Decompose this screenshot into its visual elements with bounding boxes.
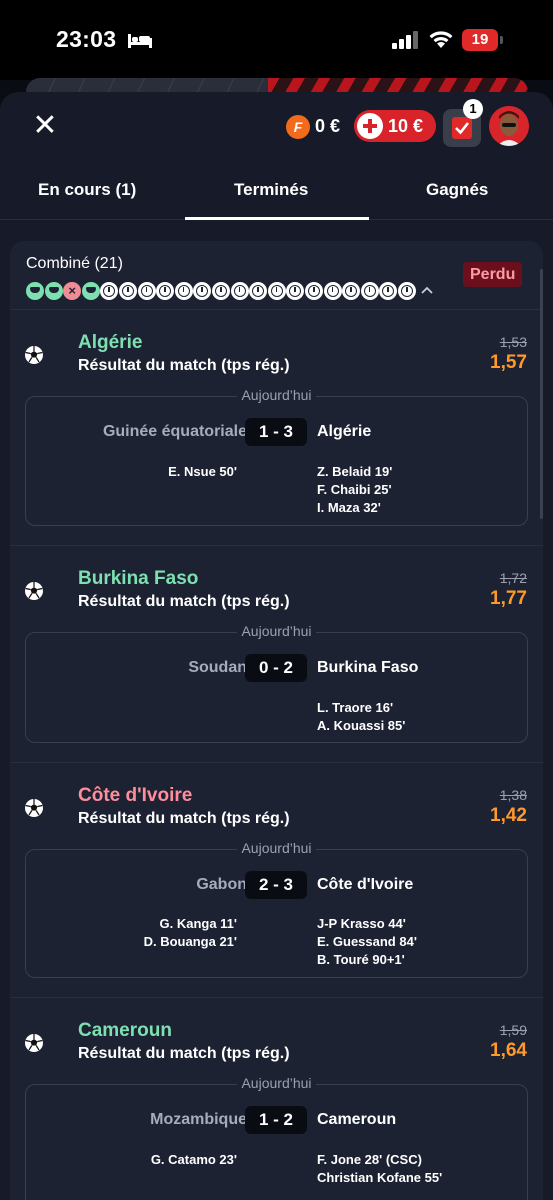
away-scorers: J-P Krasso 44' E. Guessand 84' B. Touré … bbox=[317, 916, 417, 967]
away-scorers: L. Traore 16' A. Kouassi 85' bbox=[317, 700, 406, 733]
betslip-check-icon bbox=[452, 117, 472, 139]
sleep-bed-icon bbox=[128, 34, 152, 48]
match-result-box bbox=[25, 632, 528, 743]
odds-value: 1,64 bbox=[490, 1040, 527, 1061]
selection-item[interactable]: Côte d'Ivoire Résultat du match (tps rég… bbox=[10, 762, 543, 997]
leg-pending-icon bbox=[156, 282, 175, 300]
football-icon bbox=[25, 346, 43, 364]
selection-team: Algérie bbox=[78, 332, 143, 353]
match-date: Aujourd’hui bbox=[10, 840, 543, 856]
previous-odds: 1,59 bbox=[499, 1022, 527, 1038]
odds-value: 1,57 bbox=[490, 352, 527, 373]
leg-pending-icon bbox=[174, 282, 193, 300]
selection-item[interactable]: Algérie Résultat du match (tps rég.) 1,5… bbox=[10, 309, 543, 545]
match-date: Aujourd’hui bbox=[10, 387, 543, 403]
balance-amount: 0 € bbox=[315, 116, 341, 136]
wifi-icon bbox=[429, 31, 453, 48]
selection-item[interactable]: Burkina Faso Résultat du match (tps rég.… bbox=[10, 545, 543, 762]
leg-pending-icon bbox=[267, 282, 286, 300]
status-badge: Perdu bbox=[463, 262, 523, 287]
leg-pending-icon bbox=[230, 282, 249, 300]
betslip-button[interactable]: 1 bbox=[443, 99, 483, 147]
selection-market: Résultat du match (tps rég.) bbox=[78, 1045, 290, 1062]
coin-icon: F bbox=[286, 115, 310, 139]
home-scorers: G. Catamo 23' bbox=[150, 1152, 237, 1167]
home-team: Gabon bbox=[196, 876, 247, 893]
football-icon bbox=[25, 1034, 43, 1052]
leg-pending-icon bbox=[342, 282, 361, 300]
leg-pending-icon bbox=[379, 282, 398, 300]
battery-indicator: 19 bbox=[462, 29, 503, 51]
selection-market: Résultat du match (tps rég.) bbox=[78, 593, 290, 610]
match-score: 2 - 3 bbox=[245, 871, 307, 899]
leg-pending-icon bbox=[305, 282, 323, 300]
leg-pending-icon bbox=[119, 282, 137, 300]
match-date: Aujourd’hui bbox=[10, 623, 543, 639]
status-time: 23:03 bbox=[56, 26, 117, 52]
match-score: 1 - 3 bbox=[245, 418, 307, 446]
leg-pending-icon bbox=[100, 282, 119, 300]
leg-won-icon bbox=[26, 282, 44, 300]
home-team: Mozambique bbox=[150, 1111, 247, 1128]
selection-market: Résultat du match (tps rég.) bbox=[78, 810, 290, 827]
match-score: 0 - 2 bbox=[245, 654, 307, 682]
home-scorers: E. Nsue 50' bbox=[168, 464, 237, 479]
leg-pending-icon bbox=[323, 282, 342, 300]
away-team: Burkina Faso bbox=[317, 659, 419, 676]
betslip-count-badge: 1 bbox=[463, 99, 483, 119]
away-team: Cameroun bbox=[317, 1111, 397, 1128]
bet-title: Combiné (21) bbox=[26, 255, 123, 272]
scrollbar[interactable] bbox=[540, 269, 543, 519]
avatar[interactable] bbox=[489, 106, 529, 146]
leg-pending-icon bbox=[249, 282, 268, 300]
tab-termines[interactable]: Terminés bbox=[234, 180, 308, 200]
deposit-label: 10 € bbox=[388, 116, 424, 136]
match-date: Aujourd’hui bbox=[10, 1075, 543, 1091]
football-icon bbox=[25, 582, 43, 600]
leg-pending-icon bbox=[193, 282, 212, 300]
selection-market: Résultat du match (tps rég.) bbox=[78, 357, 290, 374]
match-score: 1 - 2 bbox=[245, 1106, 307, 1134]
active-tab-indicator bbox=[185, 217, 369, 220]
leg-pending-icon bbox=[137, 282, 156, 300]
previous-odds: 1,38 bbox=[499, 787, 527, 803]
chevron-up-icon[interactable] bbox=[420, 283, 434, 297]
away-team: Côte d'Ivoire bbox=[317, 876, 414, 893]
bet-status-tabs: En cours (1) Terminés Gagnés bbox=[0, 170, 553, 220]
bet-card[interactable]: Combiné (21) × Perdu Algérie Résultat du… bbox=[10, 241, 543, 1200]
leg-pending-icon bbox=[212, 282, 230, 300]
selection-team: Burkina Faso bbox=[78, 568, 199, 589]
selection-team: Cameroun bbox=[78, 1020, 172, 1041]
odds-value: 1,77 bbox=[490, 588, 527, 609]
home-team: Soudan bbox=[188, 659, 247, 676]
tab-en-cours[interactable]: En cours (1) bbox=[38, 180, 136, 200]
deposit-button[interactable]: 10 € bbox=[354, 110, 436, 142]
leg-won-icon bbox=[81, 282, 100, 300]
away-scorers: F. Jone 28' (CSC) Christian Kofane 55' bbox=[317, 1152, 443, 1185]
match-result-box bbox=[25, 1084, 528, 1200]
cellular-signal-icon bbox=[392, 31, 418, 49]
leg-pending-icon bbox=[398, 282, 416, 300]
away-scorers: Z. Belaid 19' F. Chaibi 25' I. Maza 32' bbox=[317, 464, 393, 515]
leg-pending-icon bbox=[360, 282, 379, 300]
selection-team: Côte d'Ivoire bbox=[78, 785, 193, 806]
home-scorers: G. Kanga 11' D. Bouanga 21' bbox=[143, 916, 237, 949]
previous-odds: 1,53 bbox=[499, 334, 527, 350]
previous-odds: 1,72 bbox=[499, 570, 527, 586]
away-team: Algérie bbox=[317, 423, 372, 440]
leg-pending-icon bbox=[286, 282, 305, 300]
bets-sheet: ✕ F 0 € 10 € 1 En cours (1) Terminés Gag… bbox=[0, 92, 553, 1200]
leg-won-icon bbox=[44, 282, 63, 300]
close-icon[interactable]: ✕ bbox=[30, 111, 60, 142]
plus-icon bbox=[357, 113, 383, 139]
home-team: Guinée équatoriale bbox=[102, 423, 247, 440]
status-bar: 23:03 19 bbox=[0, 0, 553, 80]
selection-item[interactable]: Cameroun Résultat du match (tps rég.) 1,… bbox=[10, 997, 543, 1200]
tab-gagnes[interactable]: Gagnés bbox=[426, 180, 488, 200]
match-result-box bbox=[25, 849, 528, 978]
odds-value: 1,42 bbox=[490, 805, 527, 826]
match-result-box bbox=[25, 396, 528, 526]
leg-lost-icon: × bbox=[63, 282, 82, 300]
football-icon bbox=[25, 799, 43, 817]
